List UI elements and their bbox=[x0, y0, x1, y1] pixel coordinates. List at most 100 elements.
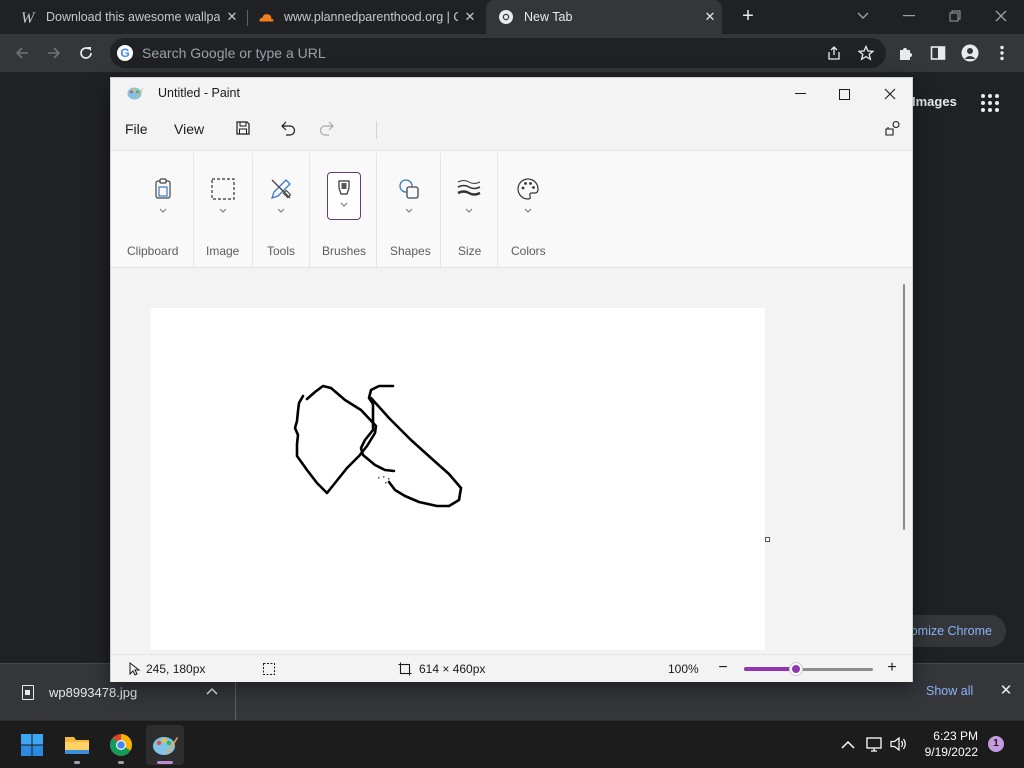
ribbon-group-brushes[interactable]: Brushes bbox=[310, 151, 376, 269]
tab-title: Download this awesome wallpap bbox=[46, 10, 220, 24]
tab-plannedparenthood[interactable]: www.plannedparenthood.org | C ✕ bbox=[248, 0, 484, 34]
tab-new-tab[interactable]: New Tab ✕ bbox=[486, 0, 722, 34]
share-icon[interactable] bbox=[824, 43, 844, 63]
zoom-percentage: 100% bbox=[668, 662, 699, 676]
zoom-in-plus-icon[interactable]: + bbox=[884, 660, 900, 676]
omnibox[interactable]: G bbox=[110, 38, 886, 68]
clock-time: 6:23 PM bbox=[933, 729, 978, 743]
paint-ribbon: Clipboard Image Tools Brushes Shapes Siz… bbox=[111, 150, 912, 268]
image-file-icon bbox=[22, 685, 34, 700]
ribbon-label-image: Image bbox=[206, 244, 240, 258]
forward-arrow-icon[interactable] bbox=[42, 41, 66, 65]
tab-close-icon[interactable]: ✕ bbox=[702, 9, 718, 25]
cloudflare-icon bbox=[258, 9, 274, 25]
restore-icon[interactable] bbox=[942, 4, 968, 28]
paint-minimize-icon[interactable] bbox=[778, 81, 822, 107]
redo-icon[interactable] bbox=[317, 118, 337, 138]
chevron-down-icon bbox=[277, 208, 285, 213]
paint-status-bar: 245, 180px 614 × 460px 100% − + bbox=[111, 654, 912, 682]
chrome-toolbar: G bbox=[0, 34, 1024, 72]
notification-badge[interactable]: 1 bbox=[988, 736, 1004, 752]
zoom-out-minus-icon[interactable]: − bbox=[715, 660, 731, 676]
side-panel-icon[interactable] bbox=[928, 43, 948, 63]
close-window-icon[interactable] bbox=[988, 4, 1014, 28]
ribbon-group-size[interactable]: Size bbox=[441, 151, 497, 269]
pencil-eraser-tools-icon bbox=[264, 173, 298, 205]
clock-date: 9/19/2022 bbox=[924, 745, 978, 759]
canvas-workspace[interactable] bbox=[111, 268, 912, 650]
show-all-downloads-link[interactable]: Show all bbox=[926, 684, 973, 698]
save-icon[interactable] bbox=[233, 118, 253, 138]
new-tab-plus-icon[interactable]: + bbox=[738, 6, 758, 27]
chevron-down-icon bbox=[524, 208, 532, 213]
vertical-scrollbar[interactable] bbox=[903, 284, 905, 530]
color-palette-icon bbox=[511, 173, 545, 205]
wallpaper-site-icon: W bbox=[20, 9, 36, 25]
ribbon-group-shapes[interactable]: Shapes bbox=[377, 151, 440, 269]
tab-search-chevron-icon[interactable] bbox=[850, 4, 876, 28]
ribbon-label-size: Size bbox=[458, 244, 482, 258]
hidden-icons-chevron-icon[interactable] bbox=[839, 735, 857, 753]
paint-maximize-icon[interactable] bbox=[822, 81, 866, 107]
ribbon-label-clipboard: Clipboard bbox=[127, 244, 179, 258]
zoom-slider-thumb[interactable] bbox=[789, 663, 802, 675]
ribbon-label-colors: Colors bbox=[511, 244, 546, 258]
google-apps-grid-icon[interactable] bbox=[981, 94, 999, 112]
active-indicator bbox=[157, 761, 173, 764]
ribbon-group-colors[interactable]: Colors bbox=[498, 151, 558, 269]
download-file-name: wp8993478.jpg bbox=[49, 685, 138, 700]
chevron-down-icon bbox=[405, 208, 413, 213]
ribbon-label-tools: Tools bbox=[267, 244, 296, 258]
tab-close-icon[interactable]: ✕ bbox=[462, 9, 478, 25]
address-input[interactable] bbox=[142, 42, 822, 64]
paint-window: Untitled - Paint File View Clipboard Ima… bbox=[110, 77, 913, 682]
system-clock[interactable]: 6:23 PM 9/19/2022 bbox=[918, 728, 978, 760]
menu-file[interactable]: File bbox=[125, 121, 148, 137]
pointer-position-icon bbox=[129, 662, 141, 676]
running-indicator bbox=[74, 761, 80, 764]
menu-view[interactable]: View bbox=[174, 121, 204, 137]
volume-icon[interactable] bbox=[890, 735, 908, 753]
paint-title-bar[interactable]: Untitled - Paint bbox=[111, 78, 912, 108]
chrome-taskbar-icon[interactable] bbox=[102, 725, 140, 765]
close-download-bar-icon[interactable]: ✕ bbox=[998, 683, 1014, 699]
minimize-icon[interactable] bbox=[896, 4, 922, 28]
paint-window-title: Untitled - Paint bbox=[158, 86, 240, 100]
menu-divider bbox=[376, 121, 377, 139]
file-explorer-icon[interactable] bbox=[58, 725, 96, 765]
ribbon-label-brushes: Brushes bbox=[322, 244, 367, 258]
selection-size-icon bbox=[263, 663, 275, 675]
cursor-position: 245, 180px bbox=[146, 662, 206, 676]
ribbon-group-clipboard[interactable]: Clipboard bbox=[121, 151, 193, 269]
chevron-down-icon bbox=[219, 208, 227, 213]
back-arrow-icon[interactable] bbox=[10, 41, 34, 65]
tab-title: www.plannedparenthood.org | C bbox=[284, 10, 458, 24]
drawing-canvas[interactable] bbox=[151, 308, 765, 650]
network-icon[interactable] bbox=[866, 735, 884, 753]
start-windows-icon[interactable] bbox=[13, 725, 51, 765]
reload-icon[interactable] bbox=[74, 41, 98, 65]
canvas-resize-handle[interactable] bbox=[765, 537, 770, 542]
tab-wallpaper[interactable]: W Download this awesome wallpap ✕ bbox=[8, 0, 248, 34]
ribbon-group-tools[interactable]: Tools bbox=[253, 151, 309, 269]
stroke-size-icon bbox=[452, 173, 486, 205]
chevron-down-icon bbox=[159, 208, 167, 213]
undo-icon[interactable] bbox=[278, 118, 298, 138]
ribbon-group-image[interactable]: Image bbox=[194, 151, 252, 269]
account-settings-icon[interactable] bbox=[883, 118, 903, 138]
svg-text:W: W bbox=[21, 10, 36, 25]
bookmark-star-icon[interactable] bbox=[856, 43, 876, 63]
brush-icon bbox=[327, 172, 361, 220]
images-link[interactable]: Images bbox=[912, 94, 957, 109]
profile-avatar-icon[interactable] bbox=[960, 43, 980, 63]
extensions-puzzle-icon[interactable] bbox=[896, 43, 916, 63]
chevron-up-icon[interactable] bbox=[205, 684, 219, 698]
paint-taskbar-icon[interactable] bbox=[146, 725, 184, 765]
canvas-size-icon bbox=[398, 662, 412, 676]
running-indicator bbox=[118, 761, 124, 764]
freehand-drawing bbox=[293, 384, 463, 508]
tab-close-icon[interactable]: ✕ bbox=[224, 9, 240, 25]
more-menu-icon[interactable] bbox=[992, 43, 1012, 63]
paint-close-icon[interactable] bbox=[868, 81, 912, 107]
tab-title: New Tab bbox=[524, 10, 573, 24]
